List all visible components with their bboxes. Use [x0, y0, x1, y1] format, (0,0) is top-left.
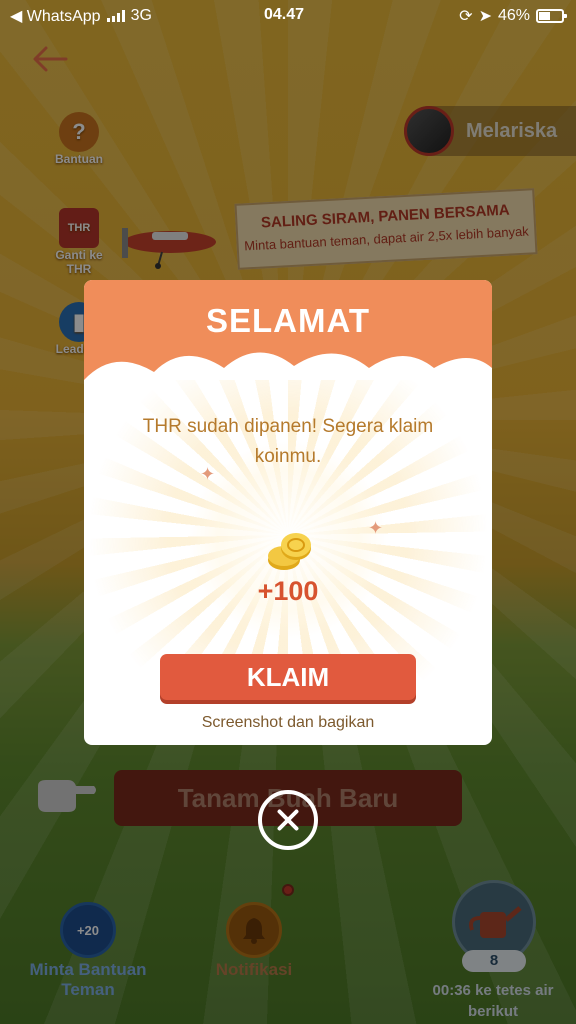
orientation-lock-icon: ⟳ [459, 8, 473, 25]
clock: 04.47 [264, 6, 305, 23]
signal-icon [106, 10, 125, 22]
battery-percent: 46% [497, 7, 530, 24]
congrats-modal: SELAMAT THR sudah dipanen! Segera klaim … [84, 280, 492, 745]
close-icon[interactable] [258, 790, 318, 850]
back-to-app-label[interactable]: ◀ WhatsApp [10, 6, 101, 26]
location-icon: ➤ [478, 8, 492, 25]
modal-message: THR sudah dipanen! Segera klaim koinmu. [142, 416, 434, 467]
network-type: 3G [130, 7, 152, 24]
sparkle-icon: ✦ [368, 518, 384, 538]
sparkle-icon: ✦ [200, 464, 216, 484]
modal-title: SELAMAT [205, 302, 371, 339]
coins-icon [268, 533, 311, 570]
share-screenshot-link[interactable]: Screenshot dan bagikan [84, 714, 492, 732]
battery-icon [536, 9, 567, 23]
claim-button[interactable]: KLAIM [160, 654, 416, 700]
status-bar: ◀ WhatsApp 3G 04.47 ⟳ ➤ 46% [0, 0, 576, 30]
reward-amount: +100 [257, 576, 319, 606]
